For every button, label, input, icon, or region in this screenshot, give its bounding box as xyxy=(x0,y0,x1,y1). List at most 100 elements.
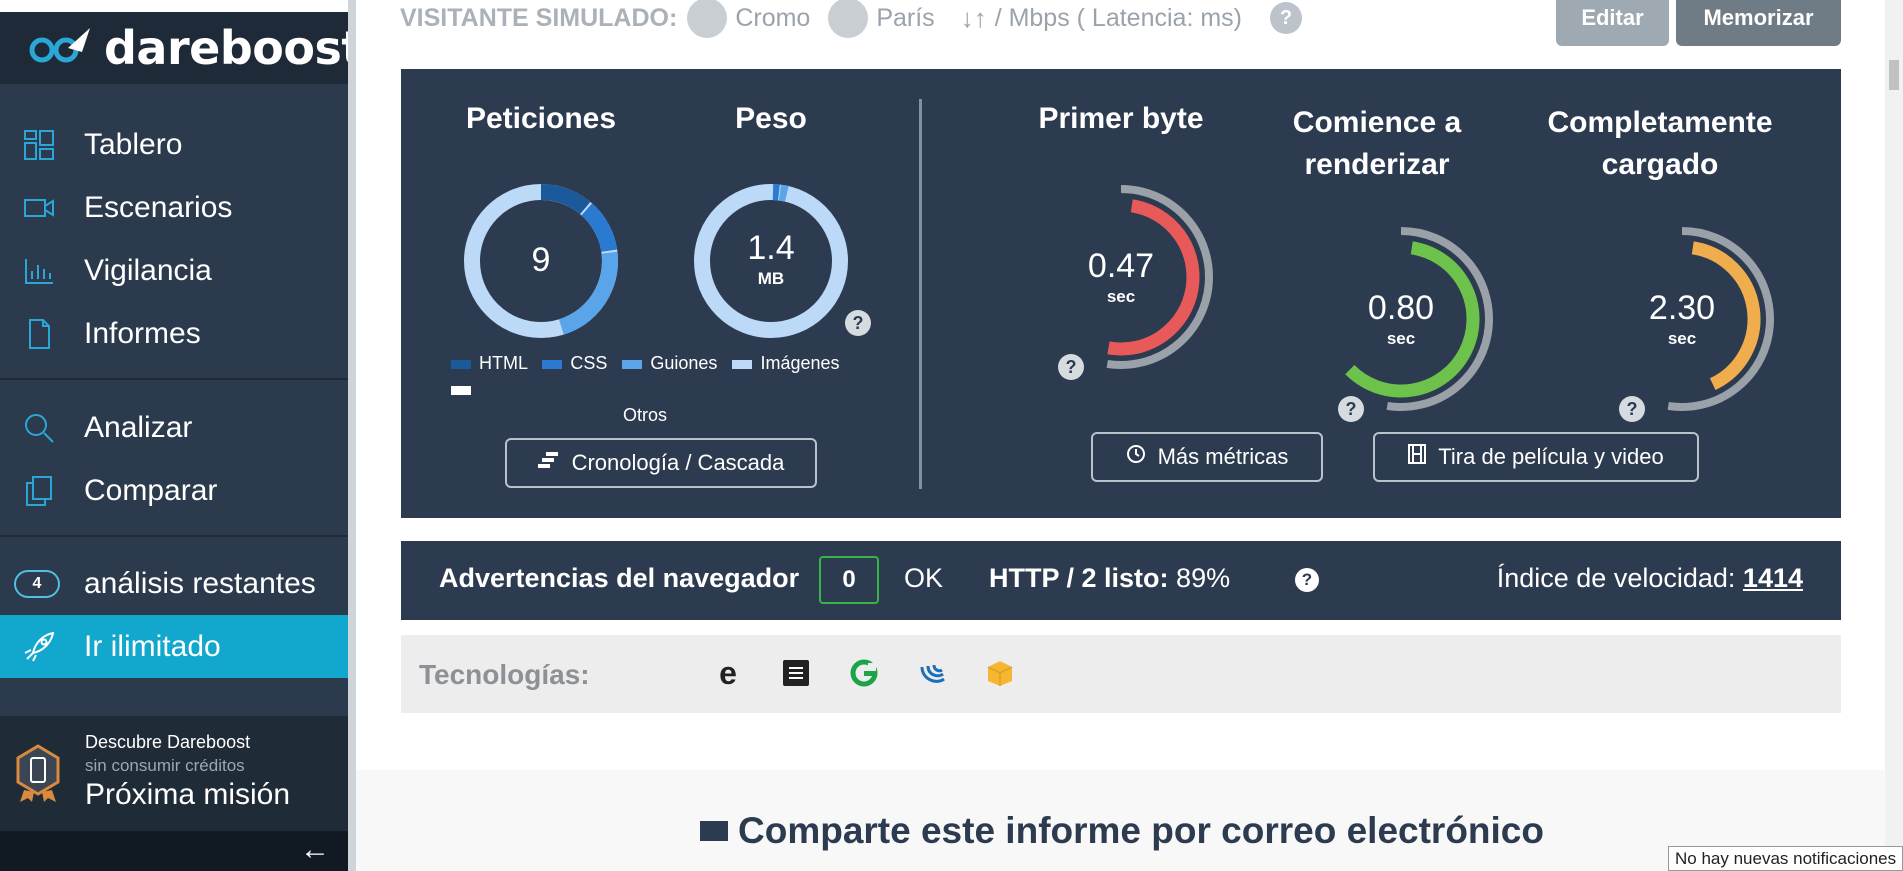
notification-toast: No hay nuevas notificaciones xyxy=(1668,846,1903,871)
medal-icon xyxy=(14,744,62,809)
sidebar: dareboost Tablero Escenarios Vigilancia xyxy=(0,0,363,871)
speed-index-value[interactable]: 1414 xyxy=(1743,563,1803,593)
start-render-help-icon[interactable]: ? xyxy=(1338,396,1364,422)
fully-loaded-value: 2.30 xyxy=(1648,289,1716,327)
collapse-sidebar-bar[interactable]: ← xyxy=(0,831,348,871)
weight-unit: MB xyxy=(757,269,785,288)
http2-readiness: HTTP / 2 listo: 89% xyxy=(989,563,1231,593)
memorize-button[interactable]: Memorizar xyxy=(1676,0,1841,46)
waterfall-icon xyxy=(537,451,560,475)
legend-item-scripts: Guiones xyxy=(612,353,717,373)
edit-button[interactable]: Editar xyxy=(1556,0,1669,46)
up-down-arrows-icon: ↓↑ xyxy=(960,2,987,33)
go-unlimited-button[interactable]: Ir ilimitado xyxy=(0,615,348,678)
sidebar-item-label: Vigilancia xyxy=(84,253,212,287)
technologies-bar: Tecnologías: e xyxy=(401,635,1841,713)
legend-item-other-swatch xyxy=(441,379,479,399)
first-byte-value: 0.47 xyxy=(1087,247,1155,285)
copy-icon xyxy=(22,474,56,508)
film-icon xyxy=(1408,444,1427,470)
first-byte-help-icon[interactable]: ? xyxy=(1058,354,1084,380)
share-title: Comparte este informe por correo electró… xyxy=(700,810,1544,852)
start-render-title: Comience a renderizar xyxy=(1292,106,1462,181)
globe-icon xyxy=(828,0,869,38)
sidebar-item-label: Analizar xyxy=(84,410,193,444)
scrollbar[interactable] xyxy=(1885,0,1903,871)
grid-icon[interactable] xyxy=(781,658,811,688)
envelope-icon xyxy=(700,821,728,841)
remaining-analyses[interactable]: 4 análisis restantes xyxy=(0,552,348,615)
metrics-panel: Peticiones Peso 9 1.4 MB ? HTML CSS Guio… xyxy=(401,69,1841,518)
video-camera-icon xyxy=(22,191,56,225)
fully-loaded-unit: sec xyxy=(1667,329,1697,348)
more-metrics-label: Más métricas xyxy=(1157,444,1289,469)
warnings-count-badge[interactable]: 0 xyxy=(819,556,879,604)
main-content: VISITANTE SIMULADO: Cromo París ↓↑ / Mbp… xyxy=(356,0,1903,871)
first-byte-title: Primer byte xyxy=(1038,102,1204,135)
sidebar-item-analizar[interactable]: Analizar xyxy=(0,396,348,459)
requests-title: Peticiones xyxy=(465,102,617,135)
visitor-label: VISITANTE SIMULADO: xyxy=(400,3,678,32)
top-strip xyxy=(0,0,348,12)
legend-item-images: Imágenes xyxy=(722,353,840,373)
box-icon[interactable] xyxy=(985,658,1015,688)
sidebar-item-informes[interactable]: Informes xyxy=(0,302,348,365)
start-render-value: 0.80 xyxy=(1367,289,1435,327)
sidebar-item-label: Tablero xyxy=(84,127,183,161)
requests-value: 9 xyxy=(531,241,551,279)
rocket-icon xyxy=(22,630,56,664)
weight-help-icon[interactable]: ? xyxy=(845,310,871,336)
next-mission[interactable]: Descubre Dareboost sin consumir créditos… xyxy=(0,716,348,831)
e-icon[interactable]: e xyxy=(713,655,743,691)
browser-warnings-bar: Advertencias del navegador 0 OK HTTP / 2… xyxy=(401,541,1841,620)
document-icon xyxy=(22,317,56,351)
mission-line-1: Descubre Dareboost xyxy=(85,732,251,752)
sidebar-item-label: Comparar xyxy=(84,473,218,507)
legend-item-html: HTML xyxy=(441,353,527,373)
speed-index: Índice de velocidad: 1414 xyxy=(1496,563,1803,593)
resource-legend: HTML CSS Guiones Imágenes Otros xyxy=(441,350,861,428)
sidebar-item-vigilancia[interactable]: Vigilancia xyxy=(0,239,348,302)
fully-loaded-help-icon[interactable]: ? xyxy=(1619,396,1645,422)
jquery-icon[interactable] xyxy=(917,658,947,688)
timeline-waterfall-label: Cronología / Cascada xyxy=(571,450,785,475)
fully-loaded-title: Completamente cargado xyxy=(1547,106,1773,181)
weight-value: 1.4 xyxy=(747,229,795,267)
brand-name: dareboost xyxy=(104,21,363,75)
dashboard-icon xyxy=(22,128,56,162)
legend-item-other: Otros xyxy=(623,405,668,425)
location-name: París xyxy=(876,3,935,32)
chrome-icon xyxy=(687,0,728,38)
help-icon[interactable]: ? xyxy=(1270,2,1302,34)
arrow-left-icon[interactable]: ← xyxy=(300,833,330,867)
sidebar-item-label: Informes xyxy=(84,316,201,350)
g-logo-icon[interactable] xyxy=(849,658,879,688)
sidebar-item-comparar[interactable]: Comparar xyxy=(0,459,348,522)
dareboost-logo-icon xyxy=(28,26,92,71)
remaining-count-badge: 4 xyxy=(14,569,60,598)
scrollbar-thumb[interactable] xyxy=(1889,60,1899,90)
legend-item-css: CSS xyxy=(532,353,607,373)
http2-help-icon[interactable]: ? xyxy=(1295,568,1319,592)
panel-divider xyxy=(919,99,922,489)
connection-info: / Mbps ( Latencia: ms) xyxy=(994,3,1242,32)
divider xyxy=(0,378,348,380)
more-metrics-button[interactable]: Más métricas xyxy=(1091,432,1323,482)
mission-title: Próxima misión xyxy=(85,778,291,811)
sidebar-item-tablero[interactable]: Tablero xyxy=(0,113,348,176)
timeline-waterfall-button[interactable]: Cronología / Cascada xyxy=(505,438,817,488)
sidebar-item-escenarios[interactable]: Escenarios xyxy=(0,176,348,239)
first-byte-unit: sec xyxy=(1106,287,1136,306)
start-render-unit: sec xyxy=(1386,329,1416,348)
bar-chart-icon xyxy=(22,254,56,288)
search-icon xyxy=(22,411,56,445)
weight-title: Peso xyxy=(735,102,807,135)
remaining-label: análisis restantes xyxy=(84,566,316,600)
sidebar-edge xyxy=(348,0,356,871)
browser-name: Cromo xyxy=(735,3,811,32)
divider xyxy=(0,535,348,537)
logo[interactable]: dareboost xyxy=(0,12,363,84)
filmstrip-video-button[interactable]: Tira de película y video xyxy=(1373,432,1699,482)
warnings-status: OK xyxy=(904,563,944,593)
filmstrip-video-label: Tira de película y video xyxy=(1438,444,1664,469)
